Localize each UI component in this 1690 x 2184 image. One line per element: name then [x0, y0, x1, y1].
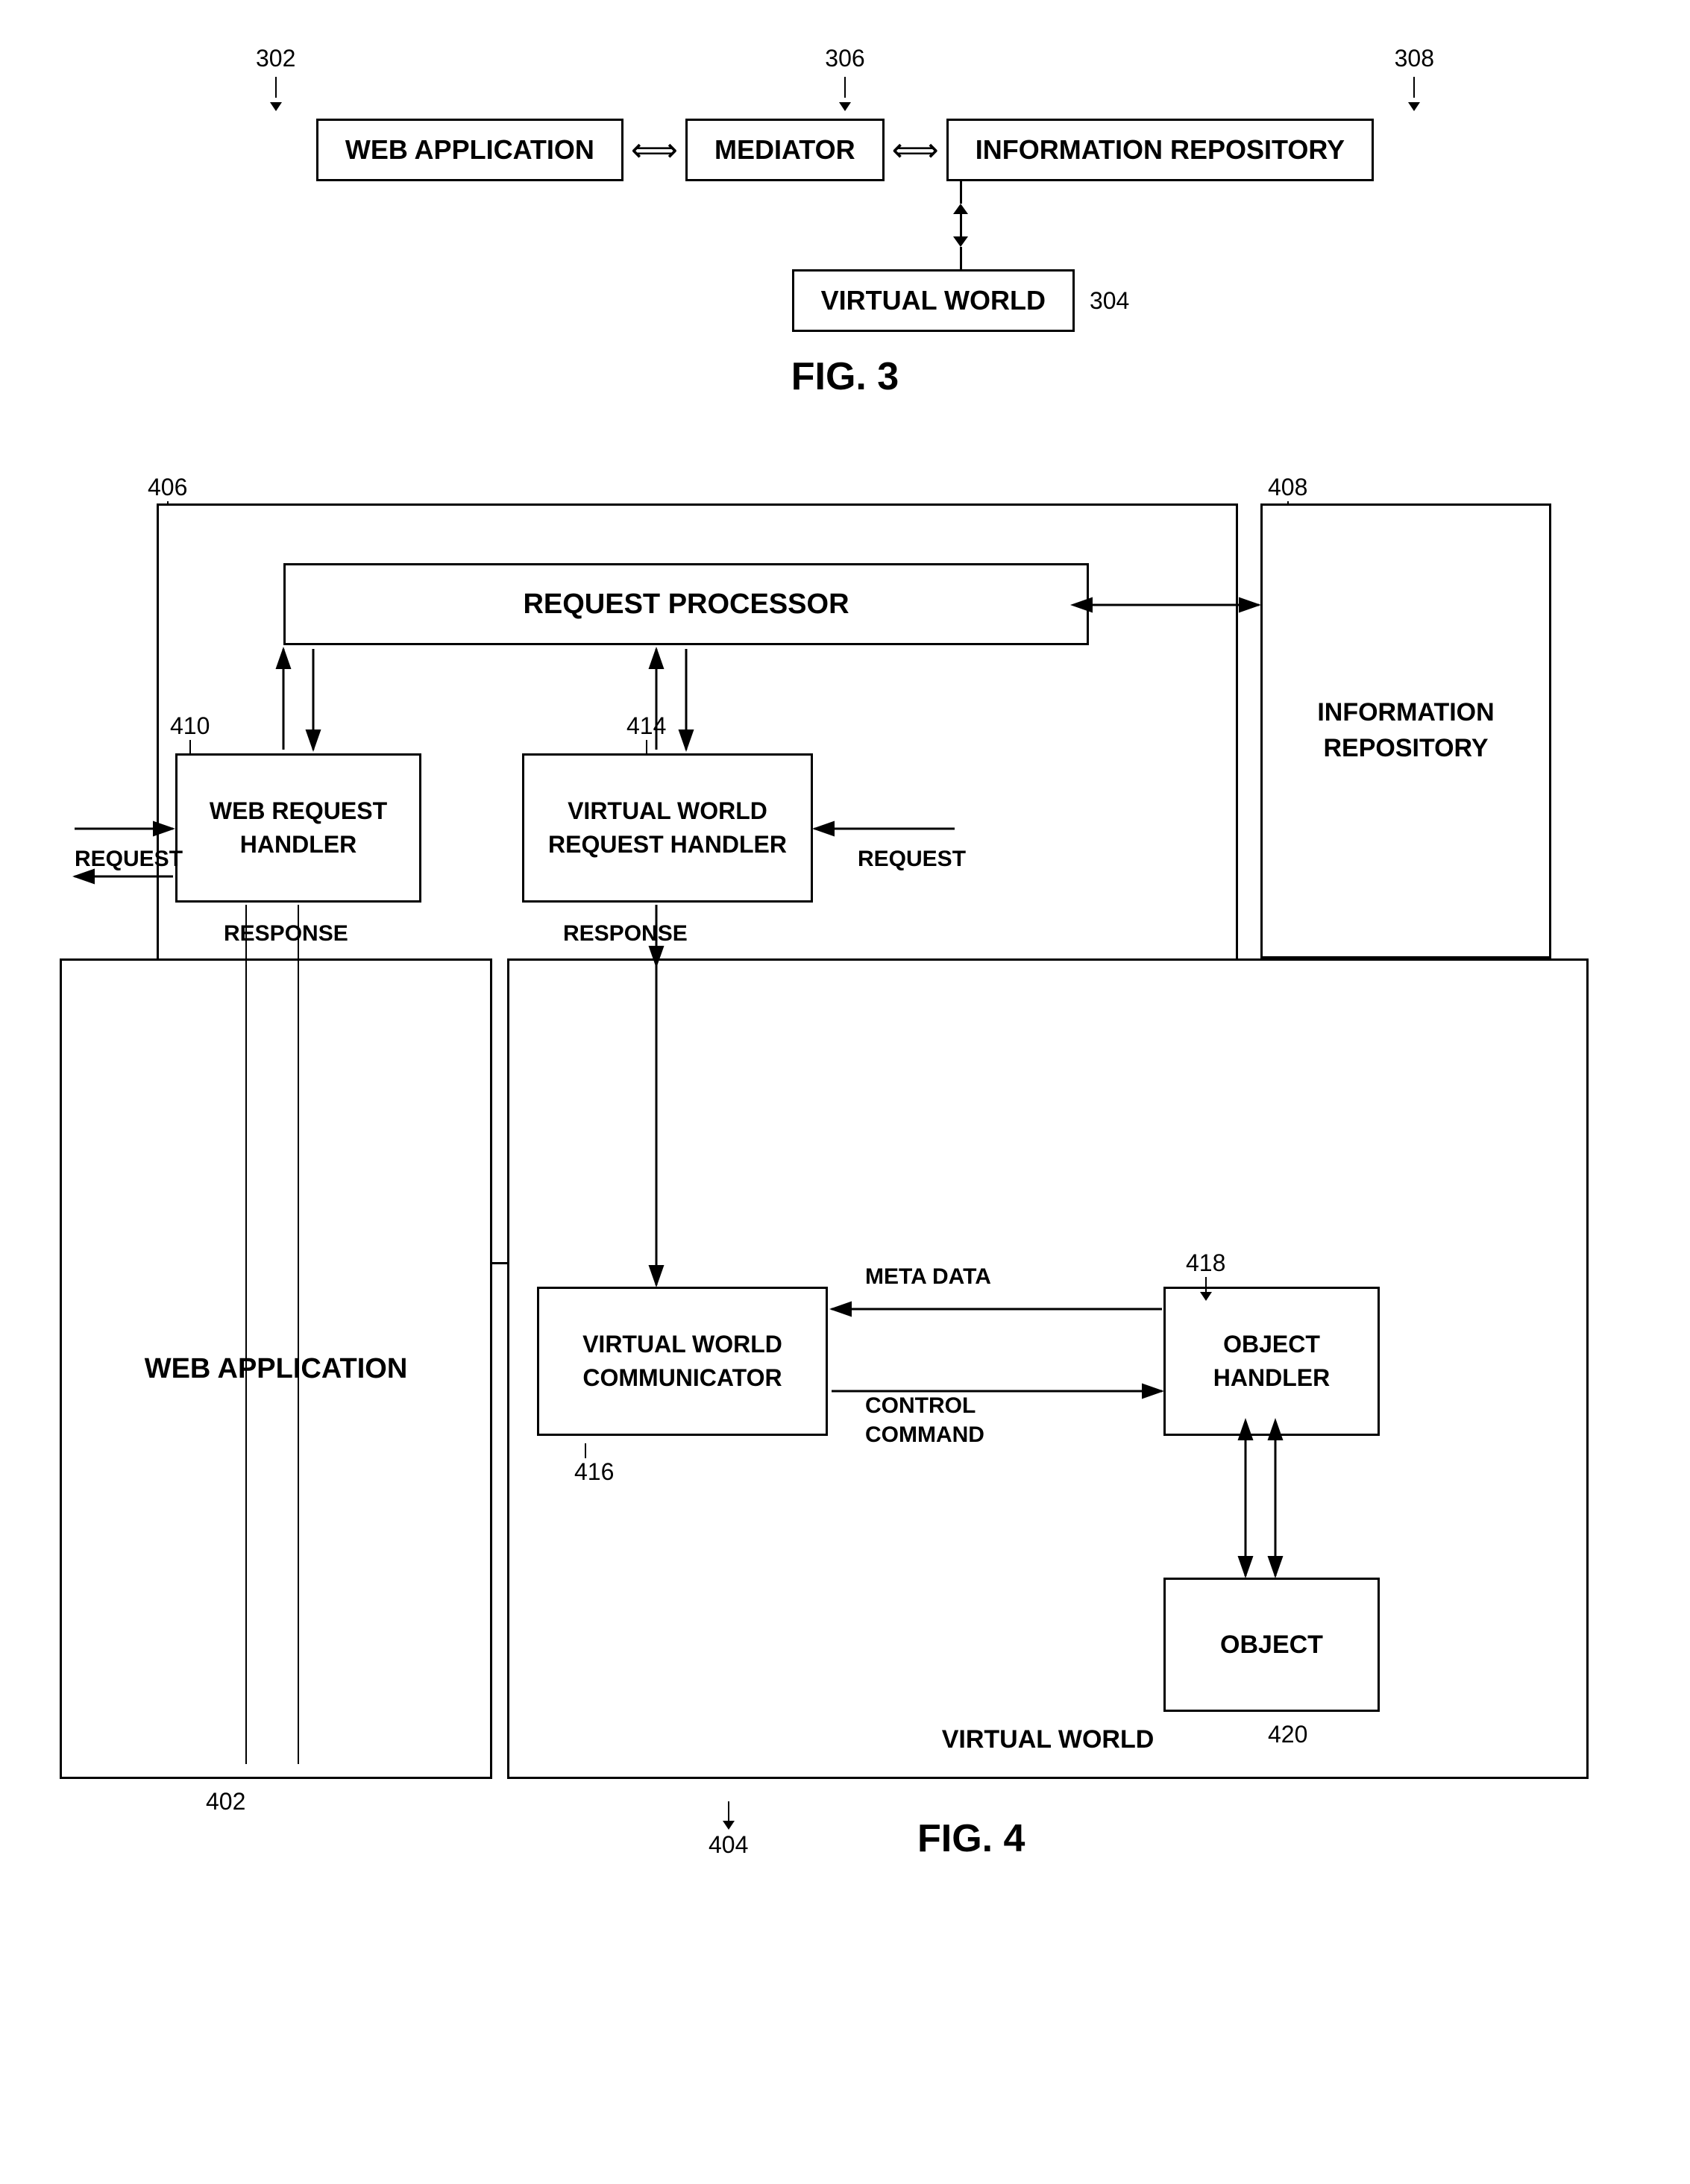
arrow-mediator-vw: [953, 181, 968, 269]
ref-418: 418: [1186, 1249, 1225, 1301]
info-repository-box: INFORMATION REPOSITORY: [946, 119, 1374, 181]
mediator-box: MEDIATOR: [685, 119, 885, 181]
response-left-label: RESPONSE: [224, 921, 348, 947]
ref-308: 308: [1395, 45, 1434, 111]
response-right-label: RESPONSE: [563, 921, 688, 947]
virtual-world-box: VIRTUAL WORLD: [792, 269, 1075, 332]
fig3-diagram: 302 306 308 WEB APPLICATION ⟺ MEDIATOR ⟺…: [60, 45, 1630, 399]
arrow-mediator-repo: ⟺: [885, 131, 946, 169]
ref-404: 404: [709, 1801, 748, 1859]
vw-request-handler-box: VIRTUAL WORLDREQUEST HANDLER: [522, 753, 813, 903]
request-left-label: REQUEST: [75, 847, 183, 872]
control-command-label: CONTROLCOMMAND: [865, 1391, 984, 1449]
web-request-handler-box: WEB REQUESTHANDLER: [175, 753, 421, 903]
ref-304: 304: [1090, 287, 1129, 315]
meta-data-label: META DATA: [865, 1264, 991, 1290]
request-processor-box: REQUEST PROCESSOR: [283, 563, 1089, 645]
ref-420: 420: [1268, 1721, 1307, 1748]
arrow-webapp-mediator: ⟺: [623, 131, 685, 169]
fig4-diagram: 406 408 412 MEDIATOR INFORMATION REPOSIT…: [60, 459, 1626, 1951]
fig3-main-row: WEB APPLICATION ⟺ MEDIATOR ⟺ INFORMATION…: [316, 119, 1374, 181]
info-repository-box: INFORMATION REPOSITORY: [1260, 503, 1551, 958]
object-box: OBJECT: [1163, 1578, 1380, 1712]
fig3-label: FIG. 3: [791, 354, 899, 399]
vw-communicator-box: VIRTUAL WORLDCOMMUNICATOR: [537, 1287, 828, 1436]
ref-306: 306: [825, 45, 864, 111]
ref-402: 402: [206, 1788, 245, 1816]
web-application-box: WEB APPLICATION: [316, 119, 623, 181]
fig4-label: FIG. 4: [917, 1816, 1025, 1861]
web-application-outer-box: WEB APPLICATION: [60, 958, 492, 1779]
ref-302: 302: [256, 45, 295, 111]
request-right-label: REQUEST: [858, 847, 966, 872]
object-handler-box: OBJECTHANDLER: [1163, 1287, 1380, 1436]
ref-416: 416: [574, 1443, 614, 1486]
